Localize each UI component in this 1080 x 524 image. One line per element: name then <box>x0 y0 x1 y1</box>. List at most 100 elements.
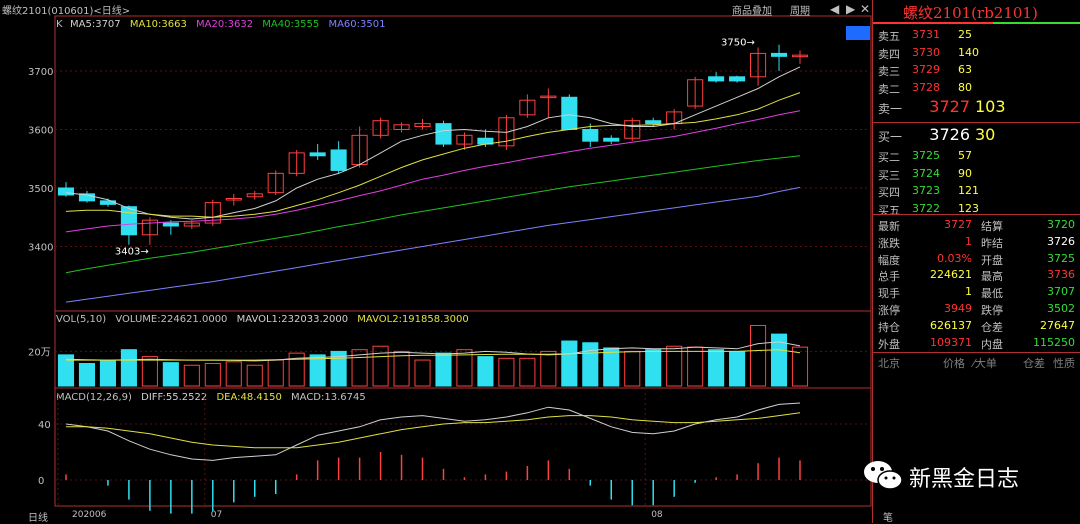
tick-header-big: ⁄大单 <box>973 357 997 370</box>
ask-price: 3730 <box>912 45 940 59</box>
bid-row: 买一 3726 30 <box>873 125 1080 144</box>
bid-label: 买二 <box>878 151 900 164</box>
volume-bar <box>498 357 515 387</box>
ask-volume: 140 <box>958 45 979 59</box>
date-tick-label: 08 <box>651 510 663 520</box>
stat-v1: 3949 <box>944 302 972 315</box>
low-annotation: 3403→ <box>115 247 149 258</box>
bid-volume: 57 <box>958 149 972 162</box>
high-annotation: 3750→ <box>721 38 755 49</box>
stat-v1: 626137 <box>930 318 972 332</box>
ma60-line <box>65 186 801 303</box>
dea-line <box>66 412 801 449</box>
chart-area[interactable]: 螺纹2101(010601)<日线> 商品叠加 周期 ◀ ▶ ✕ K MA5:3… <box>0 0 872 524</box>
ask-row: 卖三 3729 63 <box>873 62 1080 79</box>
stat-row: 现手 1 最低 3707 <box>873 284 1080 302</box>
bid-label: 买三 <box>878 168 900 182</box>
volume-bar <box>666 345 683 387</box>
volume-bars <box>57 324 809 387</box>
macd-tick-label: 40 <box>38 420 51 431</box>
macd-lines <box>65 402 801 461</box>
candle-body <box>309 152 326 157</box>
candle-body <box>57 187 75 196</box>
date-tick-label: 07 <box>211 510 222 520</box>
stat-row: 幅度 0.03% 开盘 3725 <box>873 251 1080 269</box>
ask-label: 卖四 <box>878 47 900 61</box>
stat-l1: 持仓 <box>878 320 900 334</box>
stat-l1: 外盘 <box>878 337 900 351</box>
volume-bar <box>687 346 704 387</box>
ask-volume: 80 <box>958 80 972 94</box>
bid-row: 买四 3723 121 <box>873 183 1080 200</box>
quote-title: 螺纹2101(rb2101) <box>903 4 1038 22</box>
candles <box>57 44 809 245</box>
candle-body <box>120 206 137 236</box>
volume-bar <box>372 345 389 387</box>
bid-volume: 30 <box>975 125 996 144</box>
volume-bar <box>414 359 431 387</box>
bid-volume: 123 <box>958 201 979 215</box>
stat-v2: 115250 <box>1033 335 1075 349</box>
candle-body <box>330 149 347 171</box>
volume-bar <box>540 350 557 387</box>
volume-bar <box>183 364 200 387</box>
volume-bar <box>750 324 767 387</box>
stat-v1: 1 <box>965 285 972 299</box>
ma10-line <box>65 92 801 218</box>
bid-price: 3726 <box>929 125 970 144</box>
volume-bar <box>141 356 158 387</box>
candle-body <box>435 123 452 145</box>
price-tick-label: 3400 <box>28 242 53 253</box>
stat-l2: 结算 <box>981 220 1003 233</box>
stat-l2: 开盘 <box>981 253 1003 267</box>
bid-label: 买四 <box>878 186 900 199</box>
bid-label: 买五 <box>878 203 900 217</box>
candle-body <box>708 76 725 82</box>
stat-row: 持仓 626137 仓差 27647 <box>873 318 1080 336</box>
axis-labels: 3700 3600 3500 3400 20万 40 0 202006 07 08 <box>28 67 663 520</box>
volume-bar <box>309 354 326 387</box>
candle-body <box>99 200 116 205</box>
wechat-icon <box>864 461 903 490</box>
candle-body <box>582 128 599 142</box>
tick-header-price: 价格 <box>943 357 965 370</box>
bid-volume: 121 <box>958 184 979 197</box>
date-tick-label: 202006 <box>72 510 107 520</box>
stat-v2: 3707 <box>1047 285 1075 299</box>
bid-price: 3724 <box>912 166 940 180</box>
volume-bar <box>708 349 725 387</box>
candle-body <box>770 52 788 57</box>
stat-v1: 109371 <box>930 335 972 349</box>
candle-body <box>645 120 662 125</box>
stat-l1: 现手 <box>878 287 900 301</box>
stat-l1: 涨停 <box>878 304 900 317</box>
stat-v2: 3726 <box>1047 234 1075 248</box>
volume-bar <box>225 361 242 387</box>
stat-l2: 内盘 <box>981 337 1003 351</box>
chart-frame <box>54 15 872 507</box>
bid-price: 3725 <box>912 149 940 162</box>
stat-v1: 3727 <box>944 218 972 231</box>
stat-l2: 昨结 <box>981 236 1003 250</box>
stat-v2: 3502 <box>1047 302 1075 315</box>
kline-chart[interactable]: 3700 3600 3500 3400 20万 40 0 202006 07 08 3750→ 34… <box>0 0 872 523</box>
volume-bar <box>624 350 641 387</box>
stat-l1: 幅度 <box>878 253 900 267</box>
tick-header-nature: 性质 <box>1053 357 1075 370</box>
stat-l1: 总手 <box>878 270 900 284</box>
watermark-text: 新黑金日志 <box>909 467 1020 492</box>
grid <box>55 70 871 506</box>
volume-bar <box>162 362 179 387</box>
ask-price: 3729 <box>912 63 940 76</box>
ask-price: 3731 <box>912 28 940 41</box>
daily-tab[interactable]: 日线 <box>0 507 54 524</box>
ask-volume: 63 <box>958 63 972 76</box>
volume-bar <box>204 363 221 387</box>
candle-body <box>561 96 578 130</box>
stat-v1: 224621 <box>930 268 972 282</box>
tick-tab[interactable]: 笔 <box>873 507 1080 524</box>
tick-tab-label: 笔 <box>883 513 893 524</box>
diff-line <box>65 402 801 461</box>
stat-l2: 跌停 <box>981 304 1003 317</box>
candle-body <box>162 222 179 227</box>
